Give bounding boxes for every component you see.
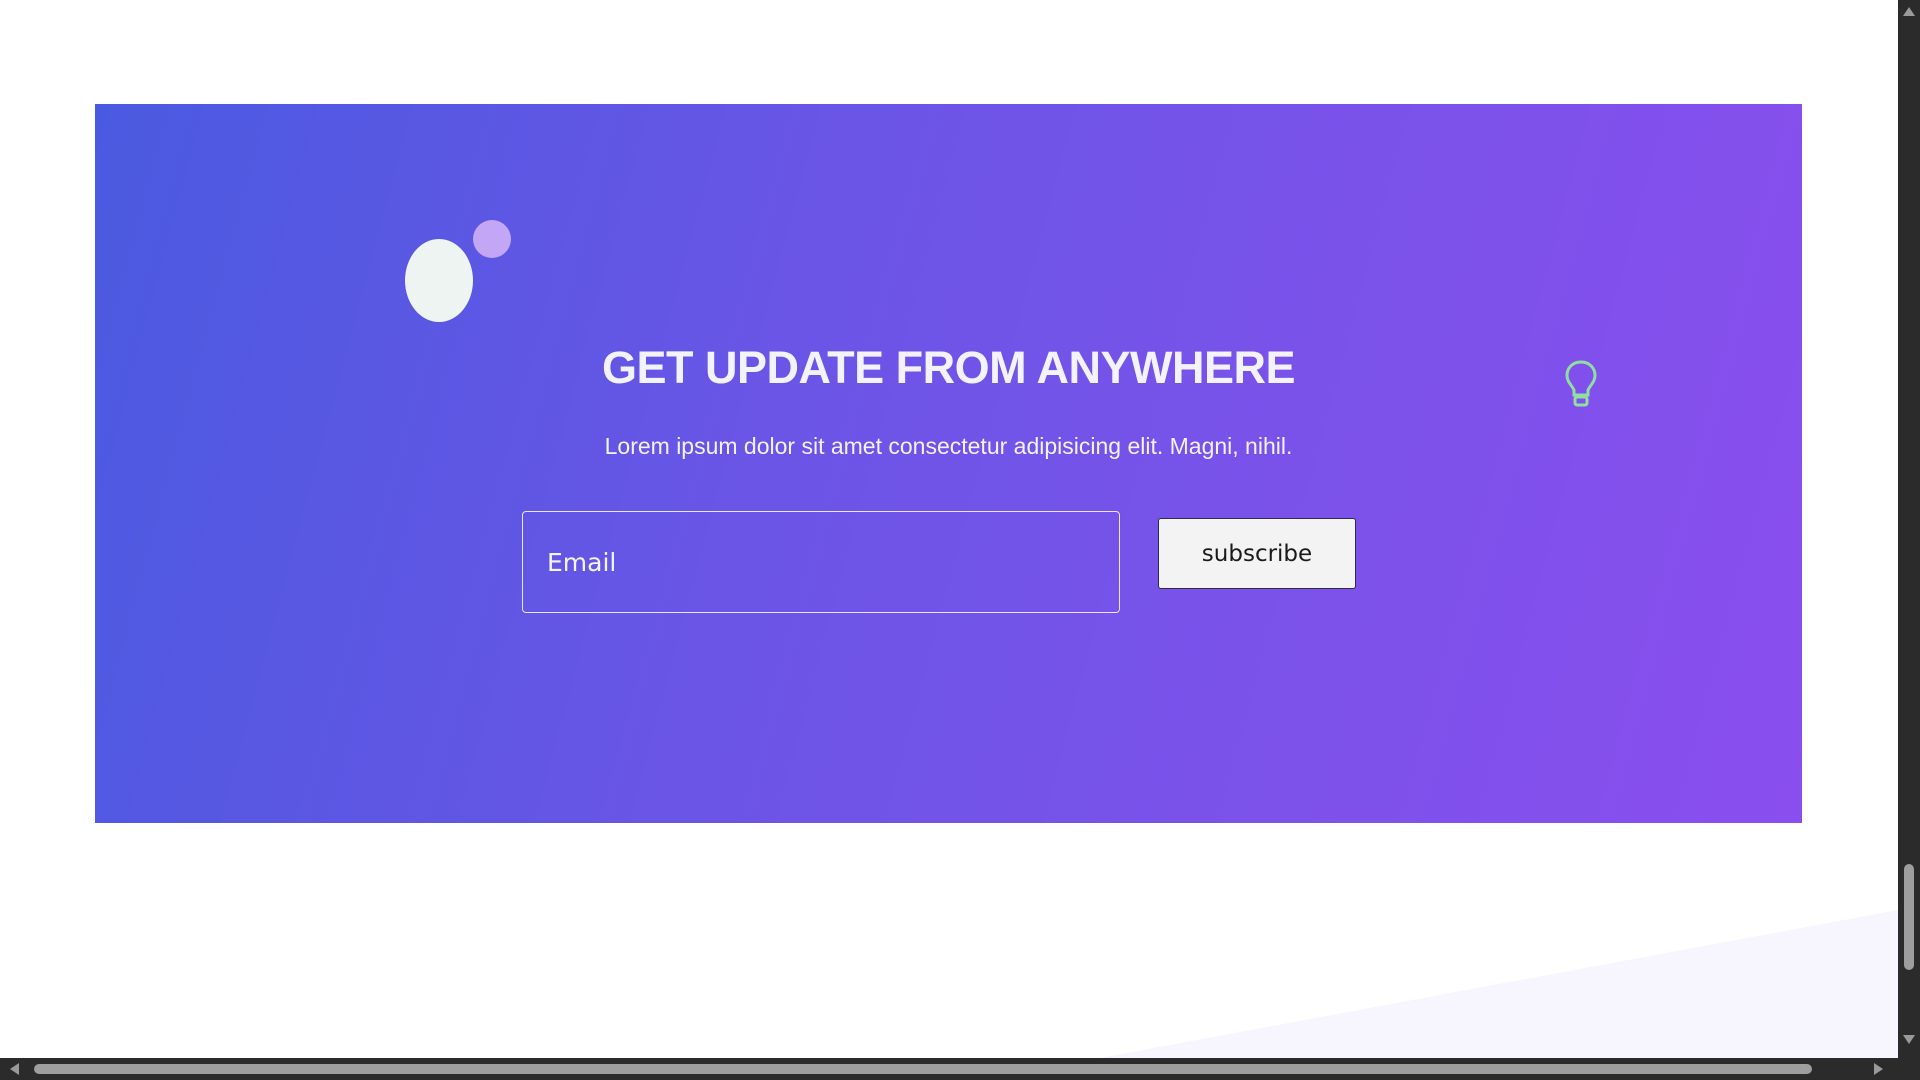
scrollbar-corner: [1898, 1058, 1920, 1080]
page-viewport: GET UPDATE FROM ANYWHERE Lorem ipsum dol…: [0, 0, 1898, 1058]
scroll-up-arrow-icon[interactable]: [1903, 7, 1915, 16]
decorative-blob-small: [473, 220, 511, 258]
horizontal-scroll-thumb[interactable]: [34, 1064, 1812, 1074]
scroll-down-arrow-icon[interactable]: [1903, 1035, 1915, 1044]
scroll-right-arrow-icon[interactable]: [1874, 1063, 1883, 1075]
newsletter-subtitle: Lorem ipsum dolor sit amet consectetur a…: [604, 433, 1293, 459]
vertical-scroll-thumb[interactable]: [1904, 864, 1914, 970]
decorative-blob-large: [405, 239, 473, 322]
horizontal-scrollbar[interactable]: [0, 1058, 1898, 1080]
scroll-left-arrow-icon[interactable]: [10, 1063, 19, 1075]
subscribe-button[interactable]: subscribe: [1158, 518, 1356, 589]
newsletter-title: GET UPDATE FROM ANYWHERE: [602, 342, 1296, 393]
vertical-scrollbar[interactable]: [1898, 0, 1920, 1058]
email-input[interactable]: [522, 511, 1120, 613]
newsletter-banner: GET UPDATE FROM ANYWHERE Lorem ipsum dol…: [95, 104, 1802, 823]
